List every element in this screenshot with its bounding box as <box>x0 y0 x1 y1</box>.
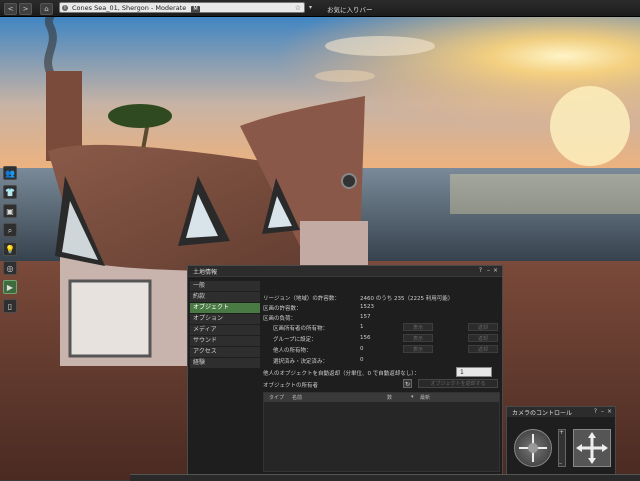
camera-title-bar[interactable]: カメラのコントロール ? – × <box>507 407 615 417</box>
tab-options[interactable]: オプション <box>190 314 260 324</box>
land-title-bar[interactable]: 土地情報 ? – × <box>188 266 502 277</box>
object-owners-label: オブジェクトの所有者 <box>263 383 319 389</box>
owner-objects-value: 1 <box>360 324 364 330</box>
land-tab-list: 一般 約款 オブジェクト オプション メディア サウンド アクセス 経験 <box>190 281 260 369</box>
owners-list-header: タイプ 名前 数 ▾ 最新 <box>264 393 499 402</box>
others-objects-row: 他人の所有物： 0 <box>273 346 364 354</box>
appearance-button[interactable]: 👕 <box>3 185 17 199</box>
tab-objects[interactable]: オブジェクト <box>190 303 260 313</box>
howto-button[interactable]: 💡 <box>3 242 17 256</box>
tab-sound[interactable]: サウンド <box>190 336 260 346</box>
return-objects-button[interactable]: オブジェクトを返却する <box>418 379 498 388</box>
lightbulb-icon: 💡 <box>5 245 15 254</box>
parcel-capacity-row: 区画の許容数： 1523 <box>263 304 374 312</box>
minimize-button[interactable]: – <box>487 267 490 274</box>
top-navigation-bar: < > ⌂ i Cones Sea_01, Shergon - Moderate… <box>0 0 640 17</box>
parcel-total-value: 157 <box>360 314 371 320</box>
object-owners-list[interactable]: タイプ 名前 数 ▾ 最新 <box>263 392 500 472</box>
column-latest[interactable]: 最新 <box>420 394 430 401</box>
home-button[interactable]: ⌂ <box>40 3 53 15</box>
forward-button[interactable]: > <box>19 3 32 15</box>
region-capacity-value: 2460 のうち 235（2225 利用可能） <box>360 296 454 302</box>
return-group-objects-button[interactable]: 返却 <box>468 334 498 342</box>
phone-icon: ▯ <box>7 302 13 311</box>
tab-media[interactable]: メディア <box>190 325 260 335</box>
back-button[interactable]: < <box>4 3 17 15</box>
region-capacity-row: リージョン（地域）の許容数： 2460 のうち 235（2225 利用可能） <box>263 294 453 302</box>
camera-zoom-slider[interactable]: + – <box>558 429 566 467</box>
sort-arrow-icon[interactable]: ▾ <box>411 394 414 400</box>
location-bar[interactable]: i Cones Sea_01, Shergon - Moderate M ☆ <box>59 2 305 13</box>
refresh-icon[interactable]: ↻ <box>403 379 412 388</box>
land-panel-title: 土地情報 <box>193 269 218 276</box>
close-button[interactable]: × <box>607 408 612 415</box>
pan-arrows-icon <box>576 432 608 464</box>
home-icon: ⌂ <box>44 5 49 13</box>
info-icon[interactable]: i <box>62 5 68 11</box>
inventory-button[interactable]: ▣ <box>3 204 17 218</box>
camera-orbit-control[interactable] <box>514 429 552 467</box>
column-type[interactable]: タイプ <box>269 394 284 401</box>
selected-objects-label: 選択済み・決定済み： <box>273 359 329 365</box>
about-land-panel: 土地情報 ? – × 一般 約款 オブジェクト オプション メディア サウンド … <box>187 265 503 480</box>
camera-icon: ▶ <box>6 283 14 292</box>
help-button[interactable]: ? <box>594 408 597 415</box>
column-name[interactable]: 名前 <box>292 394 302 401</box>
autoreturn-label: 他人のオブジェクトを自動返却（分単位、0 で自動返却なし）： <box>263 371 420 377</box>
star-icon[interactable]: ☆ <box>295 3 301 14</box>
minimize-button[interactable]: – <box>601 408 604 415</box>
maturity-badge: M <box>191 6 200 13</box>
left-toolbar: 👥 👕 ▣ ⌕ 💡 ◎ ▶ ▯ <box>3 166 18 318</box>
phone-button[interactable]: ▯ <box>3 299 17 313</box>
selected-objects-row: 選択済み・決定済み： 0 <box>273 357 364 365</box>
search-button[interactable]: ⌕ <box>3 223 17 237</box>
compass-icon: ◎ <box>6 264 14 273</box>
camera-panel-title: カメラのコントロール <box>512 410 573 417</box>
selected-objects-value: 0 <box>360 357 364 363</box>
group-objects-label: グループに設定： <box>273 337 317 343</box>
tab-general[interactable]: 一般 <box>190 281 260 291</box>
owner-objects-label: 区画所有者の所有物： <box>273 326 329 332</box>
show-others-objects-button[interactable]: 表示 <box>403 345 433 353</box>
zoom-out-icon[interactable]: – <box>559 460 562 467</box>
others-objects-value: 0 <box>360 346 364 352</box>
parcel-total-row: 区画の負荷： 157 <box>263 314 371 322</box>
others-objects-label: 他人の所有物： <box>273 348 312 354</box>
object-owners-row: オブジェクトの所有者 <box>263 381 318 389</box>
parcel-capacity-label: 区画の許容数： <box>263 306 302 312</box>
parcel-capacity-value: 1523 <box>360 304 374 310</box>
show-owner-objects-button[interactable]: 表示 <box>403 323 433 331</box>
region-capacity-label: リージョン（地域）の許容数： <box>263 296 340 302</box>
tab-experiences[interactable]: 経験 <box>190 358 260 368</box>
camera-pan-control[interactable] <box>573 429 611 467</box>
group-objects-row: グループに設定： 156 <box>273 335 371 343</box>
owner-objects-row: 区画所有者の所有物： 1 <box>273 324 364 332</box>
chevron-down-icon[interactable]: ▾ <box>309 4 312 11</box>
show-group-objects-button[interactable]: 表示 <box>403 334 433 342</box>
return-others-objects-button[interactable]: 返却 <box>468 345 498 353</box>
places-button[interactable]: ◎ <box>3 261 17 275</box>
zoom-in-icon[interactable]: + <box>559 429 564 436</box>
orbit-arrows-icon <box>519 434 547 462</box>
help-button[interactable]: ? <box>479 267 482 274</box>
favorites-bar-label[interactable]: お気に入りバー <box>327 4 373 14</box>
people-button[interactable]: 👥 <box>3 166 17 180</box>
tab-access[interactable]: アクセス <box>190 347 260 357</box>
inventory-icon: ▣ <box>6 207 14 216</box>
search-icon: ⌕ <box>7 226 13 235</box>
camera-button[interactable]: ▶ <box>3 280 17 294</box>
column-count[interactable]: 数 <box>387 394 392 401</box>
tab-covenant[interactable]: 約款 <box>190 292 260 302</box>
autoreturn-input[interactable]: 1 <box>456 367 492 377</box>
camera-controls-panel: カメラのコントロール ? – × + – <box>506 406 616 480</box>
objects-tab-content: リージョン（地域）の許容数： 2460 のうち 235（2225 利用可能） 区… <box>263 280 500 476</box>
shirt-icon: 👕 <box>5 188 15 197</box>
location-text: Cones Sea_01, Shergon - Moderate <box>72 4 187 12</box>
return-owner-objects-button[interactable]: 返却 <box>468 323 498 331</box>
close-button[interactable]: × <box>493 267 498 274</box>
group-objects-value: 156 <box>360 335 371 341</box>
parcel-total-label: 区画の負荷： <box>263 316 297 322</box>
autoreturn-row: 他人のオブジェクトを自動返却（分単位、0 で自動返却なし）： <box>263 369 420 377</box>
people-icon: 👥 <box>5 169 15 178</box>
